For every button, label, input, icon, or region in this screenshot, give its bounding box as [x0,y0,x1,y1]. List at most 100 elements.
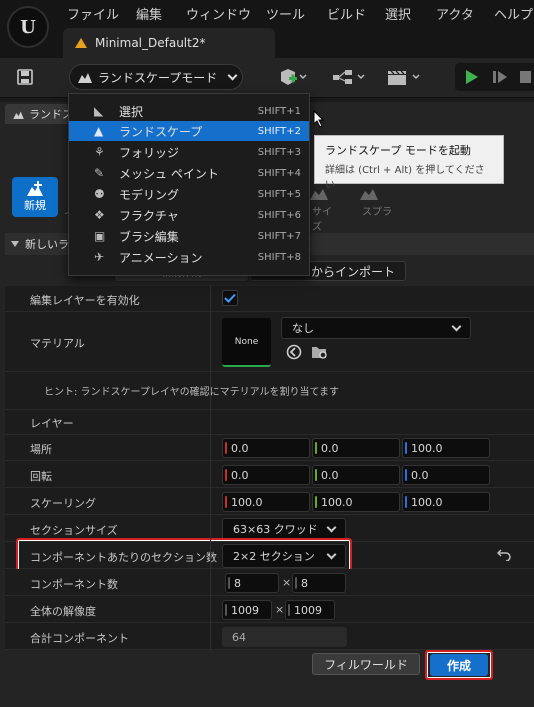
mode-menu-item-brush-edit[interactable]: ▣ ブラシ編集 SHIFT+7 [69,226,309,246]
mode-dropdown-button[interactable]: ランドスケープモード [69,64,243,90]
tooltip-detail: 詳細は (Ctrl + Alt) を押してください [325,165,485,191]
menu-window[interactable]: ウィンドウ [186,4,251,23]
mode-menu-item-fracture[interactable]: ❖ フラクチャ SHIFT+6 [69,205,309,225]
mode-menu-item-select[interactable]: ◣ 選択 SHIFT+1 [69,101,309,121]
material-dropdown-value: なし [292,322,314,335]
use-selected-asset-button[interactable] [286,344,302,360]
material-label: マテリアル [30,337,85,350]
enable-layers-label: 編集レイヤーを有効化 [30,294,140,307]
collapse-arrow-icon [11,241,19,247]
menu-select[interactable]: 選択 [385,4,411,23]
mode-menu-item-mesh-paint[interactable]: ✎ メッシュ ペイント SHIFT+4 [69,163,309,183]
create-button[interactable]: 作成 [430,654,488,676]
mode-menu-item-label: アニメーション [119,250,203,265]
component-count-label: コンポーネント数 [30,578,118,591]
scale-y-value: 100.0 [321,495,353,509]
mode-menu-item-landscape[interactable]: ▲ ランドスケープ SHIFT+2 [69,121,309,141]
spline-tool-label: スプラ [362,207,392,218]
component-count-x-field[interactable]: 8 [225,573,279,593]
resolution-label: 全体の解像度 [30,605,96,618]
arrow-left-circle-icon [286,344,302,360]
new-landscape-button[interactable]: 新規 [12,177,58,217]
scale-z-field[interactable]: 100.0 [402,492,490,512]
rotation-y-field[interactable]: 0.0 [312,465,400,485]
play-button[interactable] [461,64,483,90]
slider-marker [288,604,290,616]
add-actor-icon [281,69,307,85]
select-icon: ◣ [94,104,104,118]
x-axis-marker [225,496,227,508]
unreal-logo-icon[interactable]: U [7,6,49,48]
mode-menu-item-animation[interactable]: ✈ アニメーション SHIFT+8 [69,247,309,267]
x-axis-marker [225,442,227,454]
location-y-field[interactable]: 0.0 [312,438,400,458]
mode-menu-item-modeling[interactable]: ⚉ モデリング SHIFT+5 [69,184,309,204]
location-x-field[interactable]: 0.0 [222,438,310,458]
mode-menu-item-label: モデリング [119,187,180,202]
save-icon [17,69,33,85]
scale-z-value: 100.0 [411,495,443,509]
location-z-value: 100.0 [411,441,443,455]
level-tab[interactable]: Minimal_Default2* [63,28,275,58]
slider-marker [295,577,297,589]
scale-x-field[interactable]: 100.0 [222,492,310,512]
menu-build[interactable]: ビルド [327,4,366,23]
fill-world-button[interactable]: フィルワールド [312,653,420,675]
section-size-dropdown[interactable]: 63×63 クワッド [222,518,346,540]
cinematics-button[interactable] [382,64,426,90]
rotation-z-field[interactable]: 0.0 [402,465,490,485]
rotation-x-field[interactable]: 0.0 [222,465,310,485]
material-thumbnail[interactable]: None [222,318,271,367]
z-axis-marker [405,496,407,508]
level-icon [75,38,87,48]
resolution-y-field[interactable]: 1009 [285,600,335,620]
layers-row [5,410,534,435]
y-axis-marker [315,496,317,508]
foliage-icon: ⚘ [94,145,105,159]
mode-menu-item-label: フラクチャ [119,208,179,223]
chevron-down-icon [326,522,337,532]
step-button[interactable] [489,64,511,90]
size-tool-label: サイズ [312,207,332,233]
menu-edit[interactable]: 編集 [136,4,162,23]
rotation-label: 回転 [30,470,52,483]
play-icon [466,70,478,84]
menu-tools[interactable]: ツール [266,4,305,23]
location-x-value: 0.0 [231,441,249,455]
component-count-x-value: 8 [234,576,241,590]
reset-arrow-icon [496,549,511,562]
location-y-value: 0.0 [321,441,339,455]
mode-menu-item-foliage[interactable]: ⚘ フォリッジ SHIFT+3 [69,142,309,162]
browse-asset-button[interactable] [311,344,329,360]
material-dropdown[interactable]: なし [281,317,471,339]
location-z-field[interactable]: 100.0 [402,438,490,458]
menu-help[interactable]: ヘルプ [494,4,533,23]
sections-per-component-value: 2×2 セクション [233,550,315,563]
import-tab-label: からインポート [310,264,395,279]
location-label: 場所 [30,443,52,456]
blueprint-button[interactable] [328,64,370,90]
add-content-button[interactable] [273,64,313,90]
create-button-label: 作成 [446,658,471,673]
mode-menu-item-shortcut: SHIFT+2 [257,125,301,137]
menu-file[interactable]: ファイル [67,4,119,23]
section-title: 新しいラ [25,238,69,251]
component-count-y-field[interactable]: 8 [292,573,346,593]
save-button[interactable] [10,64,40,90]
mode-menu-item-shortcut: SHIFT+5 [257,188,301,200]
menu-actor[interactable]: アクタ [436,4,474,23]
reset-to-default-button[interactable] [496,549,511,563]
enable-layers-checkbox[interactable] [222,290,238,306]
mode-menu-item-label: メッシュ ペイント [119,166,219,181]
material-hint-text: ヒント: ランドスケープレイヤの確認にマテリアルを割り当てます [44,387,340,398]
landscape-icon [78,73,92,83]
slider-marker [225,604,227,616]
resolution-x-field[interactable]: 1009 [222,600,272,620]
scale-y-field[interactable]: 100.0 [312,492,400,512]
slider-marker [228,577,230,589]
sections-per-component-dropdown[interactable]: 2×2 セクション [222,544,346,568]
total-components-label: 合計コンポーネント [30,632,129,645]
folder-search-icon [312,347,327,359]
stop-button[interactable] [516,64,534,90]
step-icon [493,71,507,83]
